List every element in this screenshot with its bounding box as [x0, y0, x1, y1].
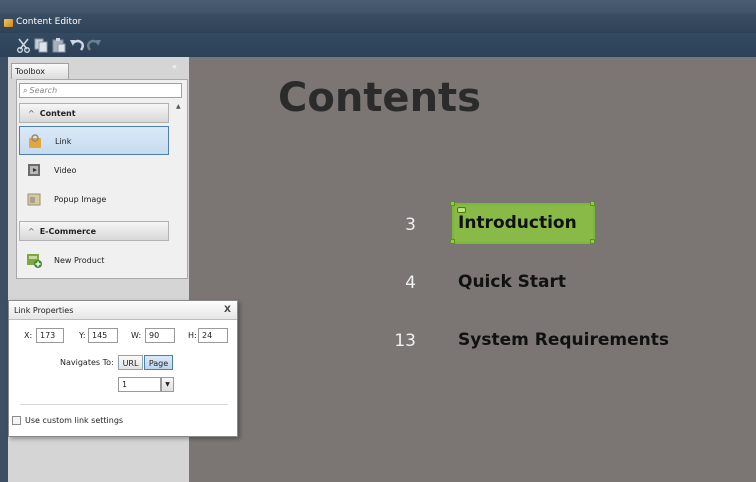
scroll-up-icon[interactable]: ▲: [176, 103, 181, 110]
y-label: Y:: [79, 331, 86, 340]
collapse-panel-button[interactable]: «: [172, 62, 177, 71]
content-editor-icon: [4, 19, 13, 27]
w-label: W:: [131, 331, 142, 340]
undo-icon[interactable]: [69, 37, 85, 53]
resize-handle[interactable]: [450, 239, 455, 244]
search-icon: ⌕: [23, 86, 28, 95]
x-field[interactable]: 173: [36, 328, 64, 343]
group-header-e-commerce[interactable]: ^ E-Commerce: [19, 221, 169, 241]
x-label: X:: [24, 331, 33, 340]
link-icon: [29, 134, 41, 148]
paste-icon[interactable]: [51, 37, 67, 53]
h-field[interactable]: 24: [198, 328, 228, 343]
toolbox-item-label: New Product: [54, 256, 105, 265]
page-select[interactable]: 1: [118, 377, 161, 392]
divider: [20, 404, 228, 405]
toc-entry-title: System Requirements: [458, 330, 669, 350]
w-field[interactable]: 90: [145, 328, 175, 343]
toolbox-item-new-product[interactable]: New Product: [19, 246, 169, 275]
resize-handle[interactable]: [590, 239, 595, 244]
title-bar: Content Editor: [0, 0, 756, 33]
custom-link-settings-checkbox[interactable]: [12, 416, 21, 425]
page-title: Contents: [278, 75, 481, 121]
redo-icon[interactable]: [86, 37, 102, 53]
toc-page-number: 4: [405, 273, 416, 293]
toolbox-item-video[interactable]: Video: [19, 156, 169, 185]
toc-entry-title: Quick Start: [458, 272, 567, 292]
h-label: H:: [188, 331, 197, 340]
url-option-button[interactable]: URL: [118, 355, 143, 370]
toc-entry-title: Introduction: [458, 213, 577, 233]
toolbox-item-link[interactable]: Link: [19, 126, 169, 155]
resize-handle[interactable]: [450, 201, 455, 206]
group-label: E-Commerce: [39, 227, 97, 236]
group-label: Content: [39, 109, 76, 118]
tab-toolbox[interactable]: Toolbox: [11, 63, 69, 79]
video-icon: [28, 164, 40, 176]
toolbox-item-label: Video: [54, 166, 77, 175]
copy-icon[interactable]: [33, 37, 49, 53]
search-placeholder: Search: [29, 86, 58, 95]
close-icon[interactable]: X: [224, 305, 231, 315]
group-header-content[interactable]: ^ Content: [19, 103, 169, 123]
toolbar: [0, 33, 756, 57]
y-field[interactable]: 145: [88, 328, 118, 343]
toolbox-item-label: Link: [55, 137, 72, 146]
chevron-up-icon: ^: [28, 109, 35, 118]
toolbox-item-label: Popup Image: [54, 195, 107, 204]
toc-page-number: 13: [394, 331, 416, 351]
dialog-title: Link Properties: [9, 301, 237, 320]
popup-image-icon: [27, 193, 41, 206]
toolbox-item-popup-image[interactable]: Popup Image: [19, 185, 169, 214]
new-product-icon: [27, 254, 42, 268]
page-option-button[interactable]: Page: [144, 355, 173, 370]
chevron-down-icon[interactable]: ▼: [161, 377, 174, 392]
search-input[interactable]: ⌕ Search: [19, 83, 182, 98]
toc-page-number: 3: [405, 215, 416, 235]
window-title: Content Editor: [16, 17, 82, 27]
cut-icon[interactable]: [16, 37, 32, 53]
custom-link-settings-label: Use custom link settings: [25, 416, 124, 425]
resize-handle[interactable]: [590, 201, 595, 206]
chevron-up-icon: ^: [28, 227, 35, 236]
navigates-to-label: Navigates To:: [60, 358, 114, 367]
